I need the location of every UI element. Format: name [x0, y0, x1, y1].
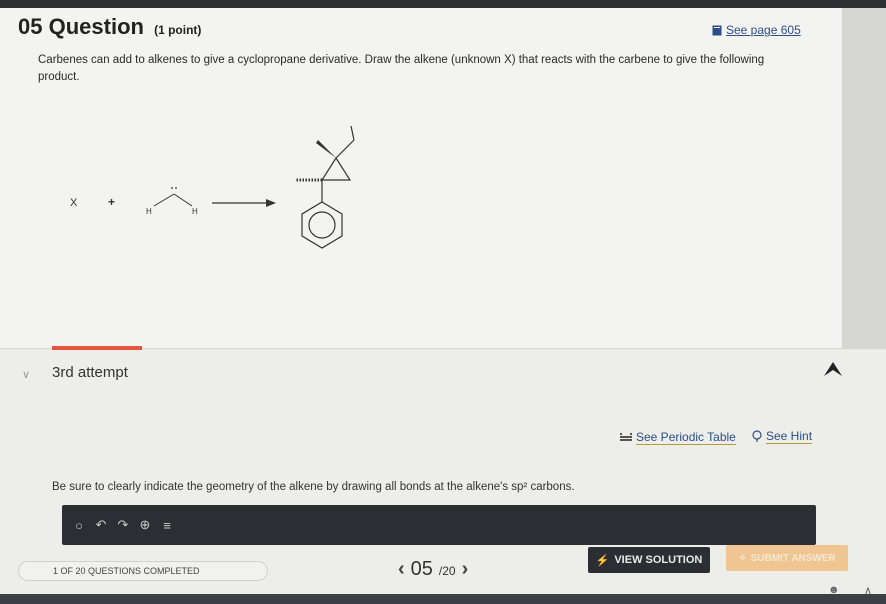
tray-chevron-up-icon[interactable]: ∧: [864, 584, 872, 597]
hint-label: See Hint: [766, 429, 813, 444]
periodic-table-label: See Periodic Table: [636, 430, 736, 445]
prev-question-button[interactable]: ‹: [398, 558, 405, 581]
cursor-icon: [824, 362, 842, 376]
pager: ‹ 05/20 ›: [398, 558, 468, 581]
lightning-icon: ⚡: [595, 554, 610, 567]
question-card: 05 Question (1 point) See page 605 Carbe…: [0, 8, 842, 348]
reactant-x: X: [70, 197, 78, 209]
right-gutter: [838, 8, 886, 348]
view-solution-button[interactable]: ⚡ VIEW SOLUTION: [588, 547, 710, 573]
question-title: 05 Question (1 point): [18, 14, 201, 40]
question-text: Carbenes can add to alkenes to give a cy…: [38, 54, 765, 83]
carbene-h-left: H: [146, 207, 152, 216]
attempt-indicator: [52, 346, 142, 350]
question-title-word: Question: [48, 14, 144, 39]
lightbulb-icon: [752, 430, 762, 442]
editor-toolbar: ○ ↶ ↷ ⊕ ≡: [62, 505, 816, 545]
people-icon[interactable]: ☻: [828, 584, 840, 596]
attempt-label: 3rd attempt: [52, 364, 128, 381]
reaction-scheme: X + H H: [70, 126, 355, 249]
chevron-down-icon[interactable]: ∨: [22, 368, 30, 381]
redo-icon[interactable]: ↷: [116, 517, 130, 533]
undo-icon[interactable]: ↶: [94, 517, 108, 533]
zoom-icon[interactable]: ⊕: [138, 517, 152, 533]
hint-link[interactable]: See Hint: [752, 429, 813, 444]
instruction-text: Be sure to clearly indicate the geometry…: [52, 481, 575, 493]
product-structure: [296, 126, 355, 249]
next-question-button[interactable]: ›: [462, 558, 469, 581]
carbene-h-right: H: [192, 207, 198, 216]
ring-icon[interactable]: ○: [72, 518, 86, 533]
progress-indicator: 1 OF 20 QUESTIONS COMPLETED: [18, 561, 268, 581]
see-page-label: See page 605: [726, 23, 801, 37]
question-points: (1 point): [154, 23, 202, 37]
submit-answer-label: SUBMIT ANSWER: [750, 552, 836, 564]
page-total: /20: [438, 564, 456, 578]
list-icon[interactable]: ≡: [160, 518, 174, 533]
periodic-table-icon: [620, 432, 632, 441]
carbene-structure: H H: [146, 187, 198, 216]
page-current: 05: [410, 558, 433, 580]
taskbar: [0, 594, 886, 604]
submit-icon: ✧: [738, 552, 747, 564]
question-number: 05: [18, 14, 43, 39]
view-solution-label: VIEW SOLUTION: [614, 554, 703, 566]
reaction-arrow: [212, 199, 276, 207]
book-icon: [712, 25, 722, 35]
browser-top-bar: [0, 0, 886, 8]
periodic-table-link[interactable]: See Periodic Table: [620, 430, 736, 445]
plus-sign: +: [108, 195, 115, 209]
see-page-link[interactable]: See page 605: [712, 23, 801, 37]
submit-answer-button[interactable]: ✧ SUBMIT ANSWER: [726, 545, 848, 571]
